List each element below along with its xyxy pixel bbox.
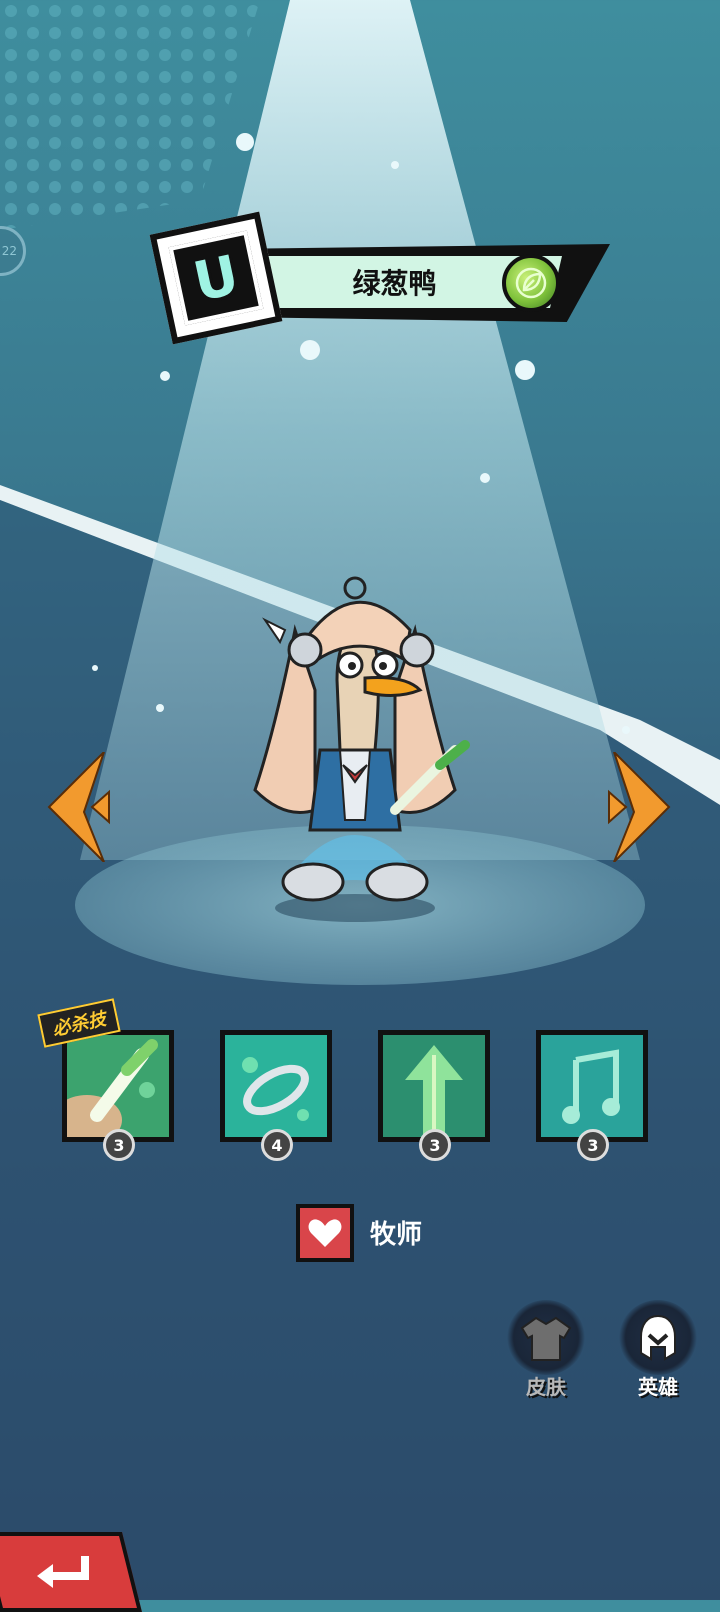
whirl-ring-icon <box>225 1035 327 1137</box>
skill-slot-2[interactable]: 4 <box>220 1030 332 1161</box>
arrow-up-buff-icon <box>383 1035 485 1137</box>
rarity-badge: U <box>149 211 283 345</box>
hero-button-label: 英雄 <box>638 1375 678 1399</box>
music-note-icon <box>541 1035 643 1137</box>
skin-button[interactable]: 皮肤 <box>500 1300 592 1400</box>
helmet-icon <box>640 1314 676 1361</box>
hero-button[interactable]: 英雄 <box>612 1300 704 1400</box>
hero-role: 牧师 <box>370 1220 423 1250</box>
back-button[interactable] <box>0 1532 142 1612</box>
side-tab-text: 22 <box>1 244 17 258</box>
scallion-slash-icon <box>67 1035 169 1137</box>
arrow-right-icon[interactable] <box>604 752 674 862</box>
skill-level-badge: 3 <box>103 1129 135 1161</box>
return-arrow-icon <box>37 1556 89 1588</box>
skill-level-badge: 3 <box>577 1129 609 1161</box>
hero-character[interactable] <box>225 570 485 930</box>
shirt-icon <box>520 1316 572 1361</box>
arrow-left-icon[interactable] <box>44 752 114 862</box>
leaf-element-icon[interactable] <box>502 254 560 312</box>
heart-icon <box>296 1204 354 1262</box>
rarity-letter: U <box>187 242 244 314</box>
skill-slot-3[interactable]: 3 <box>378 1030 490 1161</box>
skill-slot-1[interactable]: 3 <box>62 1030 174 1161</box>
skill-level-badge: 4 <box>261 1129 293 1161</box>
halftone-pattern <box>0 0 260 230</box>
hero-name: 绿葱鸭 <box>352 267 437 300</box>
skin-button-label: 皮肤 <box>526 1375 566 1399</box>
skill-slot-4[interactable]: 3 <box>536 1030 648 1161</box>
skill-level-badge: 3 <box>419 1129 451 1161</box>
